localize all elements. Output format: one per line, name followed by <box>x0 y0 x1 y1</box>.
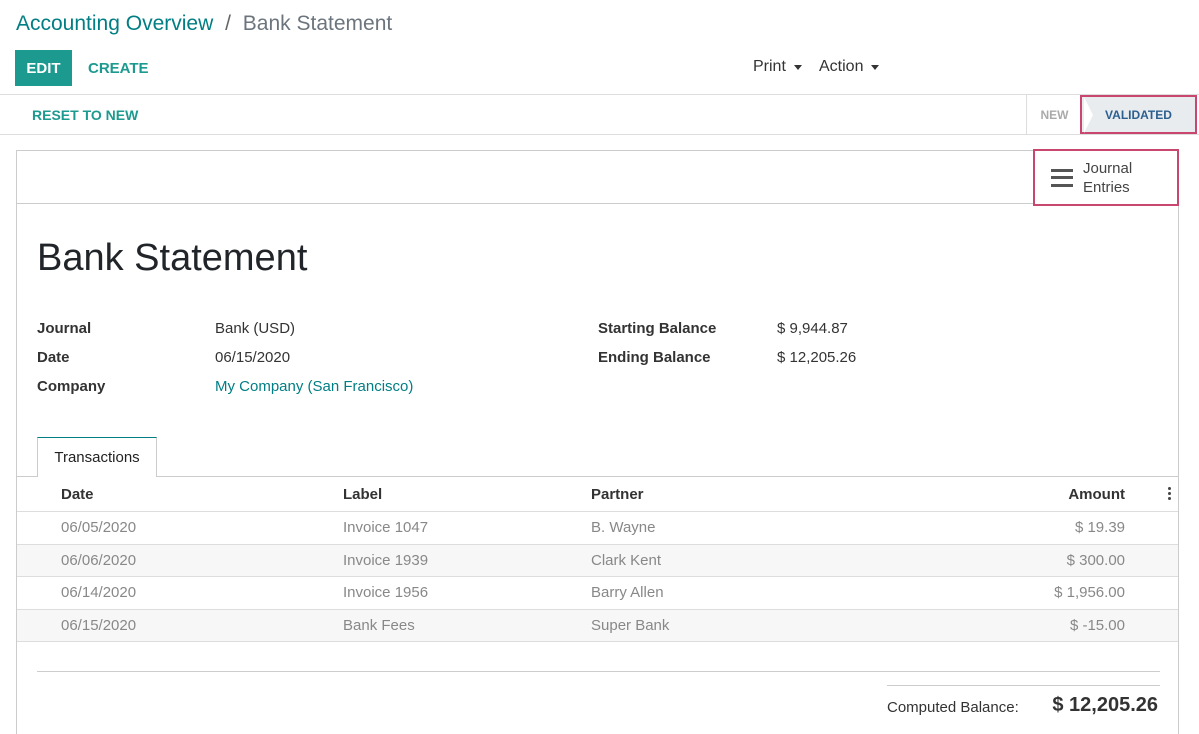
company-label: Company <box>37 378 106 395</box>
journal-value: Bank (USD) <box>215 320 296 337</box>
stage-chevron-icon <box>1084 97 1093 133</box>
column-header-date[interactable]: Date <box>61 486 94 503</box>
journal-label: Journal <box>37 320 92 337</box>
hamburger-menu-icon <box>1051 168 1073 187</box>
row-amount: $ 300.00 <box>1066 551 1125 569</box>
row-date: 06/05/2020 <box>61 519 137 536</box>
row-partner: Barry Allen <box>591 584 664 601</box>
action-dropdown-label: Action <box>819 58 864 75</box>
row-label: Invoice 1939 <box>343 551 429 569</box>
form-sheet: Journal Entries Bank Statement Journal B… <box>16 149 1179 734</box>
row-amount: $ 1,956.00 <box>1054 584 1125 601</box>
stage-validated-label: VALIDATED <box>1105 107 1172 122</box>
table-row[interactable]: 06/15/2020 Bank Fees Super Bank $ -15.00 <box>17 609 1178 642</box>
column-header-label[interactable]: Label <box>343 486 382 503</box>
row-date: 06/14/2020 <box>61 584 137 601</box>
journal-entries-button[interactable]: Journal Entries <box>1033 149 1179 206</box>
row-partner: Super Bank <box>591 616 670 634</box>
row-partner: B. Wayne <box>591 519 656 536</box>
row-date: 06/15/2020 <box>61 616 137 634</box>
action-dropdown[interactable]: Action <box>819 58 880 76</box>
journal-entries-label: Journal Entries <box>1083 159 1153 197</box>
stage-validated[interactable]: VALIDATED <box>1080 95 1197 134</box>
journal-entries-label-line1: Journal <box>1083 159 1133 177</box>
stage-new[interactable]: NEW <box>1026 95 1082 134</box>
create-button[interactable]: CREATE <box>88 50 149 86</box>
table-row[interactable]: 06/06/2020 Invoice 1939 Clark Kent $ 300… <box>17 544 1178 577</box>
caret-down-icon <box>871 64 880 70</box>
date-value: 06/15/2020 <box>215 349 291 366</box>
table-header-row: Date Label Partner Amount <box>17 477 1178 512</box>
form-title: Bank Statement <box>37 237 308 279</box>
row-label: Bank Fees <box>343 616 415 634</box>
breadcrumb-parent-link[interactable]: Accounting Overview <box>16 12 213 35</box>
row-date: 06/06/2020 <box>61 551 137 569</box>
breadcrumb-separator: / <box>225 12 231 35</box>
breadcrumb: Accounting Overview / Bank Statement <box>16 12 392 36</box>
journal-entries-label-line2: Entries <box>1083 178 1130 196</box>
print-dropdown[interactable]: Print <box>753 58 802 76</box>
ending-balance-value: $ 12,205.26 <box>777 349 857 366</box>
table-body: 06/05/2020 Invoice 1047 B. Wayne $ 19.39… <box>17 512 1178 642</box>
edit-button[interactable]: EDIT <box>15 50 72 86</box>
totals-divider-short <box>887 685 1160 686</box>
button-box: Journal Entries <box>17 149 1179 206</box>
date-label: Date <box>37 349 70 366</box>
reset-to-new-button[interactable]: RESET TO NEW <box>32 95 138 134</box>
table-row[interactable]: 06/05/2020 Invoice 1047 B. Wayne $ 19.39 <box>17 512 1178 545</box>
ending-balance-label: Ending Balance <box>598 349 711 366</box>
tab-transactions[interactable]: Transactions <box>37 437 157 477</box>
row-amount: $ -15.00 <box>1069 616 1125 634</box>
row-label: Invoice 1956 <box>343 584 429 601</box>
row-label: Invoice 1047 <box>343 519 429 536</box>
caret-down-icon <box>793 64 802 70</box>
statusbar: RESET TO NEW NEW VALIDATED <box>0 94 1199 135</box>
column-header-amount[interactable]: Amount <box>1068 486 1125 503</box>
company-link[interactable]: My Company (San Francisco) <box>215 378 413 395</box>
row-amount: $ 19.39 <box>1074 519 1125 536</box>
totals-divider <box>37 671 1160 672</box>
breadcrumb-current: Bank Statement <box>242 12 393 35</box>
table-row[interactable]: 06/14/2020 Invoice 1956 Barry Allen $ 1,… <box>17 577 1178 610</box>
computed-balance-value: $ 12,205.26 <box>1052 694 1158 716</box>
starting-balance-value: $ 9,944.87 <box>777 320 848 337</box>
row-partner: Clark Kent <box>591 551 662 569</box>
column-header-partner[interactable]: Partner <box>591 486 644 503</box>
computed-balance-label: Computed Balance: <box>887 699 1019 716</box>
starting-balance-label: Starting Balance <box>598 320 717 337</box>
transactions-table: Date Label Partner Amount 06/05/2020 Inv… <box>17 477 1178 642</box>
vertical-dots-icon[interactable] <box>1168 487 1172 500</box>
print-dropdown-label: Print <box>753 58 786 75</box>
